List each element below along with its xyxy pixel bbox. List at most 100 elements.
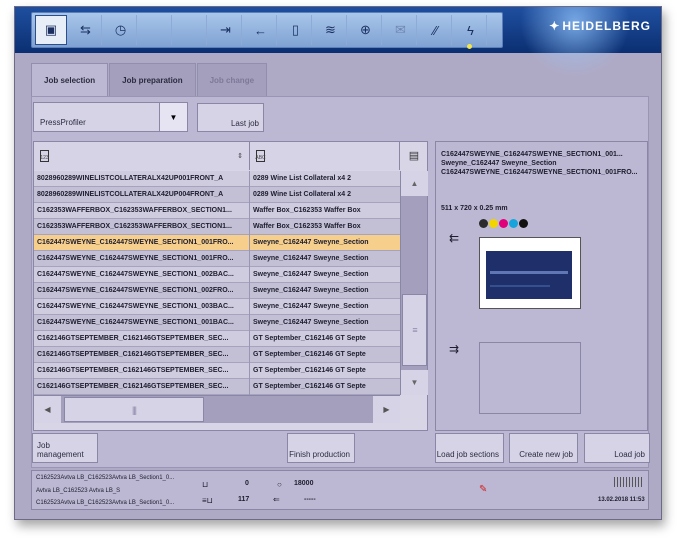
- job-name-cell: GT September_C162146 GT Septe: [253, 335, 366, 342]
- table-row[interactable]: C162353WAFFERBOX_C162353WAFFERBOX_SECTIO…: [34, 219, 400, 235]
- main-toolbar: ▣ ⇆ ◷ ⇥ ← ▯ ≋ ⊕ ✉ ⁄⁄ ϟ: [31, 12, 503, 48]
- scroll-right-button[interactable]: ▶: [373, 396, 400, 423]
- mail-icon: ✉: [395, 22, 406, 37]
- finish-production-button[interactable]: Finish production: [287, 433, 355, 463]
- job-number-cell: C162447SWEYNE_C162447SWEYNE_SECTION1_002…: [34, 283, 250, 299]
- toolbar-slot-5[interactable]: [175, 15, 207, 45]
- job-number-cell: C162146GTSEPTEMBER_C162146GTSEPTEMBER_SE…: [34, 331, 250, 347]
- pressure-icon: ⁄⁄: [433, 22, 438, 38]
- ink-button[interactable]: ≋: [315, 15, 347, 45]
- plate-icon: ▯: [291, 22, 300, 37]
- ink-color-dot: [499, 219, 508, 228]
- table-row[interactable]: C162447SWEYNE_C162447SWEYNE_SECTION1_001…: [34, 315, 400, 331]
- brand-name: HEIDELBERG: [562, 19, 651, 33]
- status-bar: C162523Avtva LB_C162523Avtva LB_Section1…: [31, 470, 649, 510]
- table-row[interactable]: C162146GTSEPTEMBER_C162146GTSEPTEMBER_SE…: [34, 379, 400, 395]
- ink-color-dot: [489, 219, 498, 228]
- status-job-line2: Avtva LB_C162523 Avtva LB_S: [36, 488, 121, 494]
- column-header-job-name[interactable]: ABC: [250, 142, 400, 170]
- job-number-cell: C162353WAFFERBOX_C162353WAFFERBOX_SECTIO…: [34, 219, 250, 235]
- column-header-job-number[interactable]: 123 ⇕: [34, 142, 250, 170]
- job-name-cell: Sweyne_C162447 Sweyne_Section: [253, 303, 369, 310]
- job-number-cell: C162146GTSEPTEMBER_C162146GTSEPTEMBER_SE…: [34, 379, 250, 395]
- power-button[interactable]: ϟ: [455, 15, 487, 45]
- front-side-icon: ⇇: [449, 231, 460, 245]
- status-indicator-dot: [467, 44, 472, 49]
- delivery-button[interactable]: ←: [245, 15, 277, 45]
- tab-bar: Job selection Job preparation Job change: [31, 63, 268, 97]
- table-row[interactable]: C162146GTSEPTEMBER_C162146GTSEPTEMBER_SE…: [34, 347, 400, 363]
- sheet-size: 511 x 720 x 0.25 mm: [441, 205, 508, 212]
- job-name-cell: Waffer Box_C162353 Waffer Box: [253, 223, 361, 230]
- star-icon: ✦: [549, 19, 561, 33]
- table-row[interactable]: C162447SWEYNE_C162447SWEYNE_SECTION1_003…: [34, 299, 400, 315]
- job-number-cell: C162447SWEYNE_C162447SWEYNE_SECTION1_001…: [34, 235, 250, 251]
- clock-doc-button[interactable]: ◷: [105, 15, 137, 45]
- tab-job-preparation[interactable]: Job preparation: [109, 63, 196, 97]
- job-number-cell: C162447SWEYNE_C162447SWEYNE_SECTION1_001…: [34, 251, 250, 267]
- table-row[interactable]: C162447SWEYNE_C162447SWEYNE_SECTION1_002…: [34, 267, 400, 283]
- feeder-button[interactable]: ⇥: [210, 15, 242, 45]
- total-icon: ≡⊔: [202, 496, 213, 505]
- barcode-icon: [614, 477, 642, 487]
- chevron-up-icon: ▲: [410, 179, 419, 188]
- scroll-left-button[interactable]: ◀: [34, 396, 61, 423]
- horizontal-scrollbar[interactable]: ◀ ||| ▶: [34, 395, 400, 423]
- tab-job-selection[interactable]: Job selection: [31, 63, 109, 97]
- job-number-cell: 8028960289WINELISTCOLLATERALX42UP001FRON…: [34, 171, 250, 187]
- scroll-down-button[interactable]: ▼: [401, 370, 428, 395]
- sheet-counter-icon: ⊔: [202, 480, 209, 489]
- job-number-cell: C162353WAFFERBOX_C162353WAFFERBOX_SECTIO…: [34, 203, 250, 219]
- total-counter: 117: [238, 496, 250, 503]
- job-name-cell: 0289 Wine List Collateral x4 2: [253, 191, 351, 198]
- load-job-button[interactable]: Load job: [584, 433, 650, 463]
- table-row[interactable]: 8028960289WINELISTCOLLATERALX42UP004FRON…: [34, 187, 400, 203]
- job-name-cell: GT September_C162146 GT Septe: [253, 383, 366, 390]
- table-row[interactable]: C162353WAFFERBOX_C162353WAFFERBOX_SECTIO…: [34, 203, 400, 219]
- job-table: 123 ⇕ ABC ▤ 8028960289WINELISTCOLLATERAL…: [33, 141, 428, 431]
- brand-glow: [520, 7, 630, 77]
- toolbar-slot-4[interactable]: [140, 15, 172, 45]
- create-new-job-button[interactable]: Create new job: [509, 433, 578, 463]
- front-sheet-preview: [479, 237, 581, 309]
- transfer-button[interactable]: ⇆: [70, 15, 102, 45]
- wrench-icon[interactable]: ✎: [479, 484, 487, 495]
- ink-fountain-icon: ≋: [325, 22, 336, 37]
- table-row[interactable]: C162447SWEYNE_C162447SWEYNE_SECTION1_002…: [34, 283, 400, 299]
- register-button[interactable]: ⊕: [350, 15, 382, 45]
- profiler-value: PressProfiler: [40, 118, 86, 127]
- lightning-icon: ϟ: [467, 22, 474, 38]
- job-name-cell: Sweyne_C162447 Sweyne_Section: [253, 271, 369, 278]
- job-preview: C162447SWEYNE_C162447SWEYNE_SECTION1_001…: [435, 141, 648, 431]
- register-icon: ⊕: [360, 22, 371, 37]
- job-selection-panel: PressProfiler ▼ Last job 123 ⇕ ABC ▤ 802…: [31, 96, 649, 468]
- preview-title-line2: Sweyne_C162447 Sweyne_Section: [441, 160, 557, 167]
- job-number-cell: C162447SWEYNE_C162447SWEYNE_SECTION1_002…: [34, 267, 250, 283]
- table-row[interactable]: C162146GTSEPTEMBER_C162146GTSEPTEMBER_SE…: [34, 331, 400, 347]
- job-screen-button[interactable]: ▣: [35, 15, 67, 45]
- ink-color-dots: [479, 219, 529, 228]
- last-job-button[interactable]: Last job: [197, 103, 264, 132]
- mail-button[interactable]: ✉: [385, 15, 417, 45]
- profiler-dropdown[interactable]: PressProfiler ▼: [33, 102, 188, 132]
- ink-color-dot: [509, 219, 518, 228]
- grip-icon: ≡: [412, 325, 417, 335]
- table-row[interactable]: C162447SWEYNE_C162447SWEYNE_SECTION1_001…: [34, 251, 400, 267]
- speed-value: -----: [304, 496, 316, 503]
- load-job-sections-button[interactable]: Load job sections: [435, 433, 504, 463]
- transfer-icon: ⇆: [80, 22, 91, 37]
- pressure-button[interactable]: ⁄⁄: [420, 15, 452, 45]
- job-screen-icon: ▣: [44, 22, 58, 37]
- table-settings-button[interactable]: ▤: [402, 144, 426, 166]
- dropdown-arrow-button[interactable]: ▼: [159, 103, 187, 131]
- horizontal-scroll-thumb[interactable]: |||: [64, 397, 204, 422]
- scroll-up-button[interactable]: ▲: [401, 171, 428, 196]
- plate-button[interactable]: ▯: [280, 15, 312, 45]
- table-row-selected[interactable]: C162447SWEYNE_C162447SWEYNE_SECTION1_001…: [34, 235, 400, 251]
- table-row[interactable]: 8028960289WINELISTCOLLATERALX42UP001FRON…: [34, 171, 400, 187]
- vertical-scroll-thumb[interactable]: ≡: [402, 294, 427, 366]
- vertical-scrollbar[interactable]: ▲ ≡ ▼: [400, 171, 428, 395]
- job-name-cell: GT September_C162146 GT Septe: [253, 367, 366, 374]
- table-row[interactable]: C162146GTSEPTEMBER_C162146GTSEPTEMBER_SE…: [34, 363, 400, 379]
- job-management-button[interactable]: Job management: [32, 433, 98, 463]
